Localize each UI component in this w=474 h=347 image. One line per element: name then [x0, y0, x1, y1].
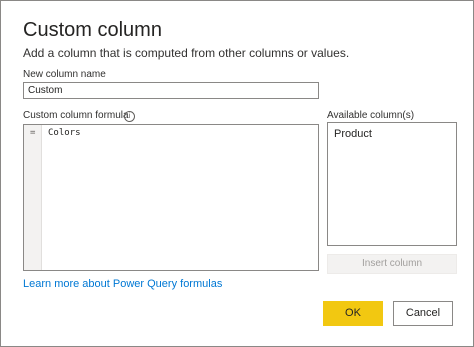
- custom-column-dialog: Custom column Add a column that is compu…: [0, 0, 474, 347]
- cancel-button[interactable]: Cancel: [393, 301, 453, 326]
- dialog-title: Custom column: [23, 19, 162, 41]
- info-icon[interactable]: i: [124, 111, 135, 122]
- editor-gutter: =: [24, 125, 42, 270]
- formula-text[interactable]: Colors: [48, 128, 81, 138]
- formula-editor[interactable]: = Colors: [23, 124, 319, 271]
- insert-column-button[interactable]: Insert column: [327, 254, 457, 274]
- equals-sign: =: [30, 128, 36, 138]
- custom-column-formula-label: Custom column formula: [23, 110, 129, 121]
- new-column-name-label: New column name: [23, 69, 106, 80]
- list-item[interactable]: Product: [334, 128, 372, 140]
- new-column-name-input[interactable]: [23, 82, 319, 99]
- available-columns-list[interactable]: Product: [327, 122, 457, 246]
- available-columns-label: Available column(s): [327, 110, 415, 121]
- dialog-subtitle: Add a column that is computed from other…: [23, 46, 350, 60]
- learn-more-link[interactable]: Learn more about Power Query formulas: [23, 278, 222, 290]
- ok-button[interactable]: OK: [323, 301, 383, 326]
